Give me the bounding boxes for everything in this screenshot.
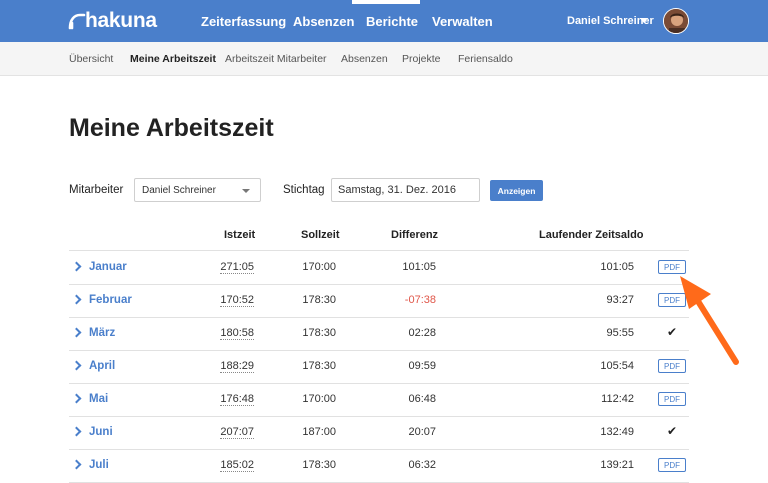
table-row[interactable]: Juni 207:07 187:00 20:07 132:49 ✔ (69, 416, 689, 449)
month-label[interactable]: April (89, 360, 115, 372)
zeitsaldo-value: 95:55 (606, 327, 634, 339)
header-istzeit: Istzeit (224, 229, 256, 241)
differenz-value: 06:32 (408, 459, 436, 471)
header-laufender-zeitsaldo: Laufender Zeitsaldo (539, 229, 644, 241)
table-row[interactable]: April 188:29 178:30 09:59 105:54 PDF (69, 350, 689, 383)
sollzeit-value: 178:30 (302, 459, 336, 471)
istzeit-value: 188:29 (220, 360, 254, 373)
istzeit-value: 180:58 (220, 327, 254, 340)
checkmark-icon: ✔ (667, 325, 678, 339)
logo-text: hakuna (85, 9, 157, 32)
sub-navigation-bar: Übersicht Meine Arbeitszeit Arbeitszeit … (0, 42, 768, 76)
zeitsaldo-value: 93:27 (606, 294, 634, 306)
date-input[interactable] (331, 178, 480, 202)
month-label[interactable]: Januar (89, 261, 127, 273)
nav-absenzen[interactable]: Absenzen (293, 14, 354, 29)
zeitsaldo-value: 132:49 (600, 426, 634, 438)
chevron-right-icon[interactable] (71, 294, 82, 305)
nav-berichte[interactable]: Berichte (366, 14, 418, 29)
page-title: Meine Arbeitszeit (69, 114, 274, 142)
table-row[interactable]: März 180:58 178:30 02:28 95:55 ✔ (69, 317, 689, 350)
sollzeit-value: 178:30 (302, 327, 336, 339)
istzeit-value: 170:52 (220, 294, 254, 307)
pdf-button[interactable]: PDF (658, 293, 686, 307)
differenz-value: -07:38 (404, 294, 436, 306)
zeitsaldo-value: 139:21 (600, 459, 634, 471)
top-navigation-bar: hakuna Zeiterfassung Absenzen Berichte V… (0, 0, 768, 42)
table-row[interactable]: Juli 185:02 178:30 06:32 139:21 PDF (69, 449, 689, 482)
table-row[interactable]: Februar 170:52 178:30 -07:38 93:27 PDF (69, 284, 689, 317)
chevron-right-icon[interactable] (71, 327, 82, 338)
pdf-button[interactable]: PDF (658, 458, 686, 472)
sollzeit-value: 170:00 (302, 393, 336, 405)
table-row[interactable]: Januar 271:05 170:00 101:05 101:05 PDF (69, 251, 689, 284)
subnav-uebersicht[interactable]: Übersicht (69, 53, 113, 65)
sollzeit-value: 170:00 (302, 261, 336, 273)
subnav-projekte[interactable]: Projekte (402, 53, 441, 65)
date-label: Stichtag (283, 184, 325, 196)
month-label[interactable]: Juli (89, 459, 109, 471)
pdf-button[interactable]: PDF (658, 392, 686, 406)
employee-select[interactable]: Daniel Schreiner (134, 178, 261, 202)
chevron-right-icon[interactable] (71, 393, 82, 404)
chevron-right-icon[interactable] (71, 426, 82, 437)
nav-verwalten[interactable]: Verwalten (432, 14, 493, 29)
logo-icon (68, 13, 86, 30)
istzeit-value: 271:05 (220, 261, 254, 274)
subnav-arbeitszeit-mitarbeiter[interactable]: Arbeitszeit Mitarbeiter (225, 53, 327, 65)
avatar[interactable] (663, 8, 689, 34)
pdf-button[interactable]: PDF (658, 260, 686, 274)
sollzeit-value: 178:30 (302, 294, 336, 306)
sollzeit-value: 187:00 (302, 426, 336, 438)
table-row[interactable]: Mai 176:48 170:00 06:48 112:42 PDF (69, 383, 689, 416)
differenz-value: 06:48 (408, 393, 436, 405)
subnav-absenzen[interactable]: Absenzen (341, 53, 388, 65)
month-label[interactable]: März (89, 327, 115, 339)
chevron-right-icon[interactable] (71, 459, 82, 470)
header-differenz: Differenz (391, 229, 439, 241)
employee-select-value: Daniel Schreiner (142, 185, 216, 196)
hakuna-logo[interactable]: hakuna (68, 9, 157, 32)
differenz-value: 20:07 (408, 426, 436, 438)
employee-label: Mitarbeiter (69, 184, 124, 196)
chevron-right-icon[interactable] (71, 360, 82, 371)
month-label[interactable]: Mai (89, 393, 108, 405)
active-nav-indicator (352, 0, 420, 4)
month-label[interactable]: Juni (89, 426, 113, 438)
differenz-value: 101:05 (402, 261, 436, 273)
istzeit-value: 185:02 (220, 459, 254, 472)
user-menu-caret-icon[interactable] (640, 18, 648, 23)
avatar-image (664, 9, 688, 33)
sollzeit-value: 178:30 (302, 360, 336, 372)
header-sollzeit: Sollzeit (301, 229, 340, 241)
zeitsaldo-value: 105:54 (600, 360, 634, 372)
checkmark-icon: ✔ (667, 424, 678, 438)
subnav-feriensaldo[interactable]: Feriensaldo (458, 53, 513, 65)
chevron-down-icon (242, 189, 250, 193)
differenz-value: 09:59 (408, 360, 436, 372)
chevron-right-icon[interactable] (71, 261, 82, 272)
zeitsaldo-value: 112:42 (601, 393, 634, 405)
istzeit-value: 176:48 (220, 393, 254, 406)
differenz-value: 02:28 (408, 327, 436, 339)
month-label[interactable]: Februar (89, 294, 132, 306)
nav-zeiterfassung[interactable]: Zeiterfassung (201, 14, 286, 29)
istzeit-value: 207:07 (220, 426, 254, 439)
zeitsaldo-value: 101:05 (600, 261, 634, 273)
subnav-meine-arbeitszeit[interactable]: Meine Arbeitszeit (130, 53, 216, 65)
show-button[interactable]: Anzeigen (490, 180, 543, 201)
pdf-button[interactable]: PDF (658, 359, 686, 373)
